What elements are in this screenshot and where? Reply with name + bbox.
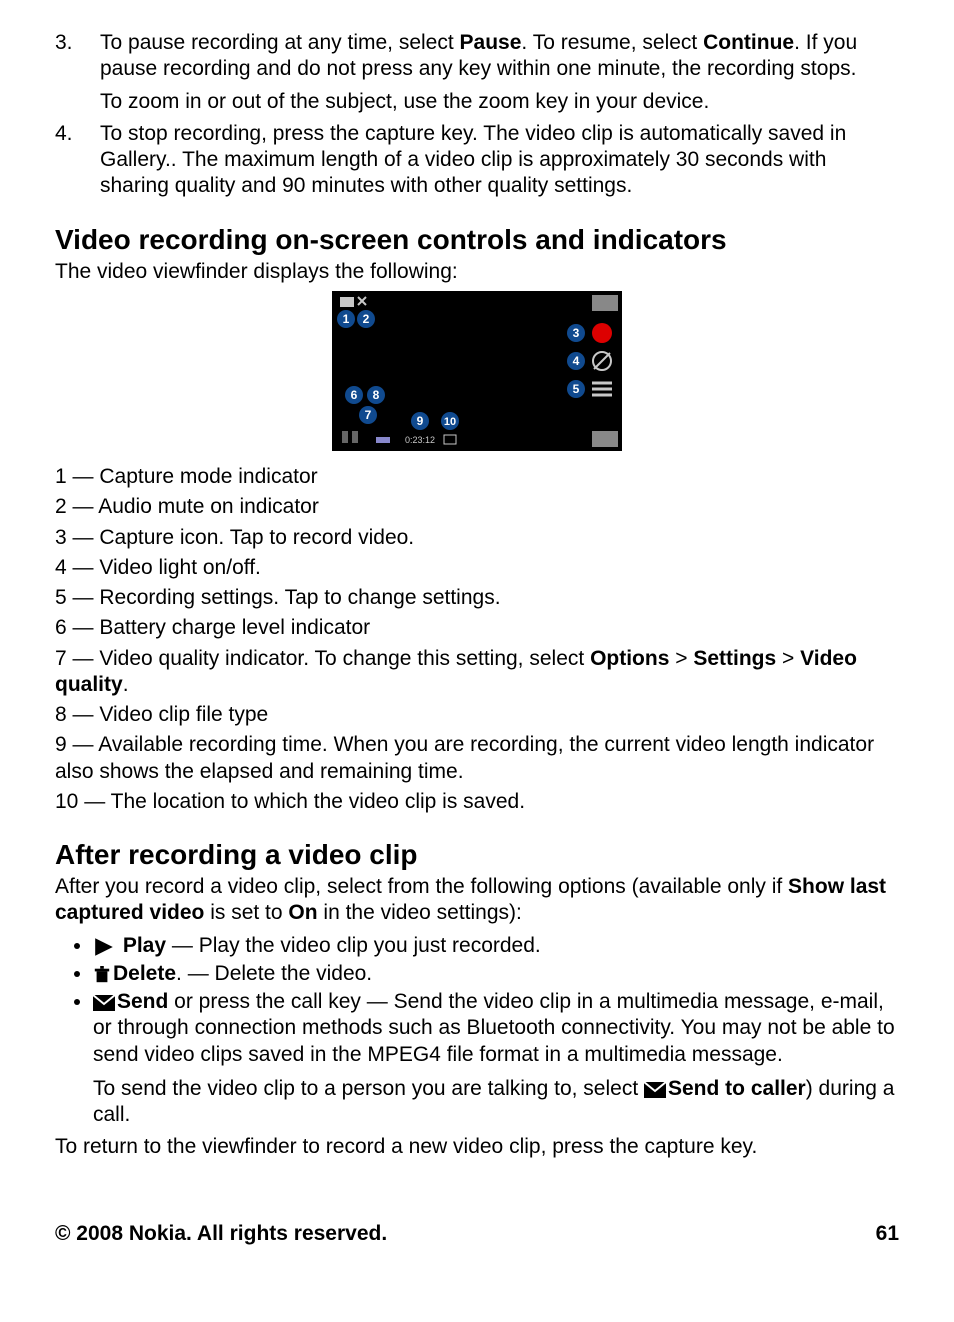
- text: .: [123, 673, 129, 696]
- text: >: [669, 647, 693, 670]
- svg-text:7: 7: [365, 408, 372, 422]
- svg-text:10: 10: [444, 416, 456, 428]
- after-intro: After you record a video clip, select fr…: [55, 874, 899, 927]
- indicator-1: 1 — Capture mode indicator: [55, 464, 899, 490]
- text: in the video settings):: [318, 901, 522, 924]
- text: — Play the video clip you just recorded.: [166, 934, 541, 957]
- step-3-para2: To zoom in or out of the subject, use th…: [100, 89, 899, 115]
- return-to-viewfinder-text: To return to the viewfinder to record a …: [55, 1134, 899, 1160]
- heading-onscreen-controls: Video recording on-screen controls and i…: [55, 222, 899, 257]
- step-3: 3. To pause recording at any time, selec…: [55, 30, 899, 115]
- indicator-6: 6 — Battery charge level indicator: [55, 615, 899, 641]
- send-label: Send: [117, 990, 168, 1013]
- svg-text:5: 5: [573, 382, 580, 396]
- list-item-send: Send or press the call key — Send the vi…: [93, 989, 899, 1128]
- play-label: Play: [123, 934, 166, 957]
- send-to-caller-label: Send to caller: [668, 1077, 806, 1100]
- continue-label: Continue: [703, 31, 794, 54]
- text: To send the video clip to a person you a…: [93, 1077, 644, 1100]
- svg-text:4: 4: [573, 354, 580, 368]
- svg-text:9: 9: [417, 414, 424, 428]
- viewfinder-svg: 1 2 3 4 5 6 8 7 9: [332, 291, 622, 451]
- svg-text:3: 3: [573, 326, 580, 340]
- viewfinder-figure: 1 2 3 4 5 6 8 7 9: [55, 291, 899, 458]
- svg-text:2: 2: [363, 312, 370, 326]
- pause-label: Pause: [460, 31, 522, 54]
- text: >: [776, 647, 800, 670]
- indicator-4: 4 — Video light on/off.: [55, 555, 899, 581]
- options-label: Options: [590, 647, 669, 670]
- page-footer: © 2008 Nokia. All rights reserved. 61: [55, 1221, 899, 1247]
- indicator-5: 5 — Recording settings. Tap to change se…: [55, 585, 899, 611]
- svg-text:0:23:12: 0:23:12: [405, 435, 435, 445]
- envelope-icon: [644, 1079, 666, 1099]
- indicator-8: 8 — Video clip file type: [55, 702, 899, 728]
- copyright-text: © 2008 Nokia. All rights reserved.: [55, 1221, 387, 1247]
- page-number: 61: [876, 1221, 899, 1247]
- list-item-play: Play — Play the video clip you just reco…: [93, 933, 899, 959]
- heading-after-recording: After recording a video clip: [55, 837, 899, 872]
- delete-label: Delete: [113, 962, 176, 985]
- indicator-3: 3 — Capture icon. Tap to record video.: [55, 525, 899, 551]
- step-4-number: 4.: [55, 121, 100, 200]
- indicator-10: 10 — The location to which the video cli…: [55, 789, 899, 815]
- step-4-text: To stop recording, press the capture key…: [100, 121, 899, 200]
- text: — Delete the video.: [182, 962, 372, 985]
- send-to-caller-para: To send the video clip to a person you a…: [93, 1076, 899, 1129]
- text: After you record a video clip, select fr…: [55, 875, 788, 898]
- on-label: On: [288, 901, 317, 924]
- play-icon: [93, 936, 115, 956]
- svg-text:8: 8: [373, 388, 380, 402]
- envelope-icon: [93, 992, 115, 1012]
- text: . To resume, select: [521, 31, 703, 54]
- indicator-9: 9 — Available recording time. When you a…: [55, 732, 899, 785]
- text: or press the call key — Send the video c…: [93, 990, 895, 1066]
- text: is set to: [204, 901, 288, 924]
- indicator-7: 7 — Video quality indicator. To change t…: [55, 646, 899, 699]
- svg-text:6: 6: [351, 388, 358, 402]
- step-4: 4. To stop recording, press the capture …: [55, 121, 899, 200]
- indicator-2: 2 — Audio mute on indicator: [55, 494, 899, 520]
- list-item-delete: Delete. — Delete the video.: [93, 961, 899, 987]
- after-options-list: Play — Play the video clip you just reco…: [55, 933, 899, 1129]
- trash-icon: [93, 965, 111, 983]
- step-3-number: 3.: [55, 30, 100, 115]
- text: To pause recording at any time, select: [100, 31, 460, 54]
- settings-label: Settings: [693, 647, 776, 670]
- intro-viewfinder: The video viewfinder displays the follow…: [55, 259, 899, 285]
- text: 7 — Video quality indicator. To change t…: [55, 647, 590, 670]
- svg-text:1: 1: [343, 312, 350, 326]
